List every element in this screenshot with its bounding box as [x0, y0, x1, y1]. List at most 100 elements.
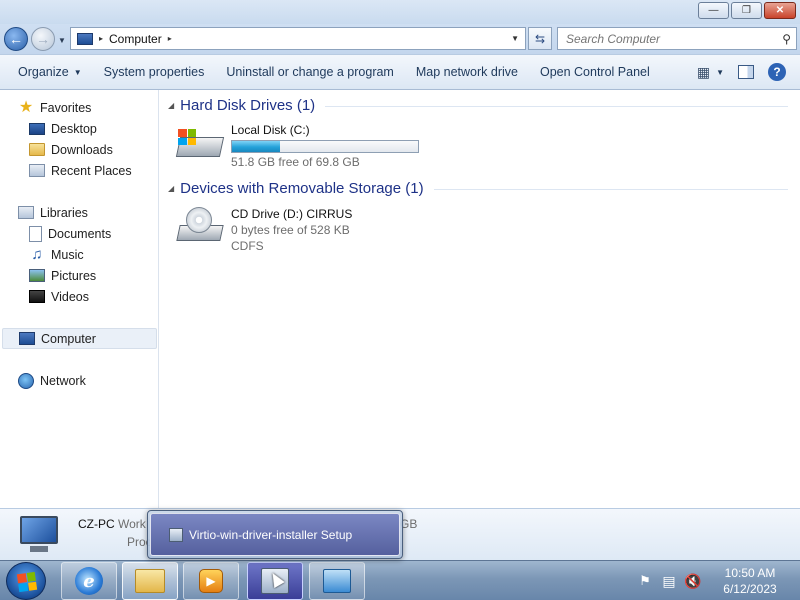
refresh-button[interactable]: ⇆	[528, 27, 552, 50]
sidebar-item-label: Recent Places	[51, 163, 132, 178]
group-divider	[433, 189, 788, 190]
maximize-button[interactable]: ❐	[731, 2, 762, 19]
computer-monitor-icon	[18, 514, 62, 556]
search-box[interactable]: ⚲	[557, 27, 797, 50]
open-control-panel-button[interactable]: Open Control Panel	[529, 55, 661, 89]
breadcrumb-separator-icon[interactable]: ▸	[99, 34, 103, 43]
cd-drive-icon	[176, 207, 226, 245]
close-button[interactable]: ✕	[764, 2, 796, 19]
taskbar-media-player[interactable]: ▶	[183, 562, 239, 600]
sidebar-item-videos[interactable]: Videos	[29, 286, 89, 307]
windows-logo-icon	[16, 571, 38, 593]
sidebar-item-libraries[interactable]: Libraries	[18, 202, 88, 223]
sidebar-item-label: Documents	[48, 226, 112, 241]
sidebar-item-downloads[interactable]: Downloads	[29, 139, 113, 160]
sidebar-item-desktop[interactable]: Desktop	[29, 118, 97, 139]
recent-pages-dropdown[interactable]: ▼	[58, 36, 66, 45]
back-arrow-icon: ←	[9, 31, 23, 47]
drive-filesystem: CDFS	[231, 239, 264, 253]
breadcrumb-chevron-icon[interactable]: ▸	[168, 34, 172, 43]
taskbar-thumbnail-popup[interactable]: Virtio-win-driver-installer Setup	[147, 510, 403, 559]
control-panel-icon	[323, 569, 351, 593]
sidebar-item-label: Pictures	[51, 268, 97, 283]
forward-button[interactable]: →	[31, 27, 55, 51]
installer-icon	[169, 527, 183, 542]
removable-storage-group[interactable]: ◢ Devices with Removable Storage (1)	[168, 180, 788, 197]
drive-name: CD Drive (D:) CIRRUS	[231, 207, 353, 221]
cd-drive-tile[interactable]: CD Drive (D:) CIRRUS 0 bytes free of 528…	[176, 207, 352, 253]
collapse-triangle-icon[interactable]: ◢	[168, 184, 174, 193]
start-button[interactable]	[6, 562, 46, 600]
forward-arrow-icon: →	[36, 31, 50, 47]
capacity-fill	[232, 141, 280, 152]
libraries-icon	[18, 206, 34, 219]
minimize-button[interactable]: —	[698, 2, 729, 19]
taskbar-windows-explorer[interactable]	[122, 562, 178, 600]
navigation-bar: ← → ▼ ▸ Computer ▸ ▼ ⇆ ⚲	[0, 24, 800, 54]
change-view-icon[interactable]: ▦	[697, 64, 710, 81]
sidebar-item-computer[interactable]: Computer	[2, 328, 157, 349]
documents-icon	[29, 225, 42, 242]
drive-name: Local Disk (C:)	[231, 123, 310, 137]
taskbar-control-panel[interactable]	[309, 562, 365, 600]
computer-name: CZ-PC	[78, 517, 115, 531]
chevron-down-icon: ▼	[73, 67, 82, 77]
title-bar: — ❐ ✕	[0, 0, 800, 24]
volume-muted-icon[interactable]: 🔇	[684, 573, 702, 589]
window-controls: — ❐ ✕	[698, 2, 796, 19]
clock-date: 6/12/2023	[723, 582, 777, 596]
map-network-drive-button[interactable]: Map network drive	[405, 55, 529, 89]
group-title: Hard Disk Drives (1)	[180, 97, 316, 114]
hard-disk-drives-group[interactable]: ◢ Hard Disk Drives (1)	[168, 97, 788, 114]
command-bar: Organize ▼ System properties Uninstall or…	[0, 54, 800, 90]
view-controls: ▦ ▼ ?	[697, 55, 800, 89]
network-status-icon[interactable]: ▤	[660, 573, 678, 589]
navigation-pane: ★ Favorites Desktop Downloads Recent Pla…	[0, 90, 159, 508]
sidebar-item-documents[interactable]: Documents	[29, 223, 111, 244]
drive-free-space: 51.8 GB free of 69.8 GB	[231, 155, 360, 169]
help-icon[interactable]: ?	[768, 63, 786, 81]
sidebar-item-label: Desktop	[51, 121, 97, 136]
view-options-dropdown-icon[interactable]: ▼	[716, 68, 724, 77]
action-center-flag-icon[interactable]: ⚑	[636, 573, 654, 589]
collapse-triangle-icon[interactable]: ◢	[168, 101, 174, 110]
sidebar-item-label: Computer	[41, 331, 96, 346]
computer-icon	[77, 32, 93, 45]
sidebar-item-pictures[interactable]: Pictures	[29, 265, 96, 286]
clock[interactable]: 10:50 AM 6/12/2023	[716, 565, 784, 597]
drive-free-space: 0 bytes free of 528 KB	[231, 223, 350, 237]
downloads-folder-icon	[29, 143, 45, 156]
search-input[interactable]	[566, 31, 766, 46]
taskbar-internet-explorer[interactable]: e	[61, 562, 117, 600]
organize-button[interactable]: Organize ▼	[0, 55, 93, 89]
popup-content: Virtio-win-driver-installer Setup	[150, 513, 400, 556]
taskbar: e ▶ ⚑ ▤ 🔇 10:50 AM 6/12/2023	[0, 560, 800, 600]
sidebar-item-label: Downloads	[51, 142, 113, 157]
sidebar-item-label: Libraries	[40, 205, 88, 220]
clock-time: 10:50 AM	[724, 566, 776, 580]
folder-icon	[135, 569, 165, 593]
internet-explorer-icon: e	[75, 567, 103, 595]
desktop-icon	[29, 122, 45, 135]
search-icon[interactable]: ⚲	[782, 32, 791, 46]
content-pane: ◢ Hard Disk Drives (1) Local Disk (C:) 5…	[160, 90, 800, 508]
sidebar-item-label: Music	[51, 247, 84, 262]
address-bar[interactable]: ▸ Computer ▸ ▼	[70, 27, 526, 50]
media-player-icon: ▶	[199, 569, 223, 593]
back-button[interactable]: ←	[4, 27, 28, 51]
workgroup-label: Work	[118, 517, 146, 531]
breadcrumb-computer[interactable]: Computer	[109, 32, 162, 46]
capacity-bar	[231, 140, 419, 153]
organize-label: Organize	[18, 65, 69, 79]
sidebar-item-network[interactable]: Network	[18, 370, 86, 391]
sidebar-item-favorites[interactable]: ★ Favorites	[18, 97, 92, 118]
sidebar-item-recent-places[interactable]: Recent Places	[29, 160, 132, 181]
address-dropdown-icon[interactable]: ▼	[511, 34, 519, 43]
system-properties-button[interactable]: System properties	[93, 55, 216, 89]
group-title: Devices with Removable Storage (1)	[180, 180, 424, 197]
local-disk-tile[interactable]: Local Disk (C:) 51.8 GB free of 69.8 GB	[175, 123, 419, 169]
preview-pane-icon[interactable]	[738, 65, 754, 79]
pictures-icon	[29, 269, 45, 282]
sidebar-item-music[interactable]: ♫ Music	[29, 244, 84, 265]
uninstall-program-button[interactable]: Uninstall or change a program	[215, 55, 404, 89]
